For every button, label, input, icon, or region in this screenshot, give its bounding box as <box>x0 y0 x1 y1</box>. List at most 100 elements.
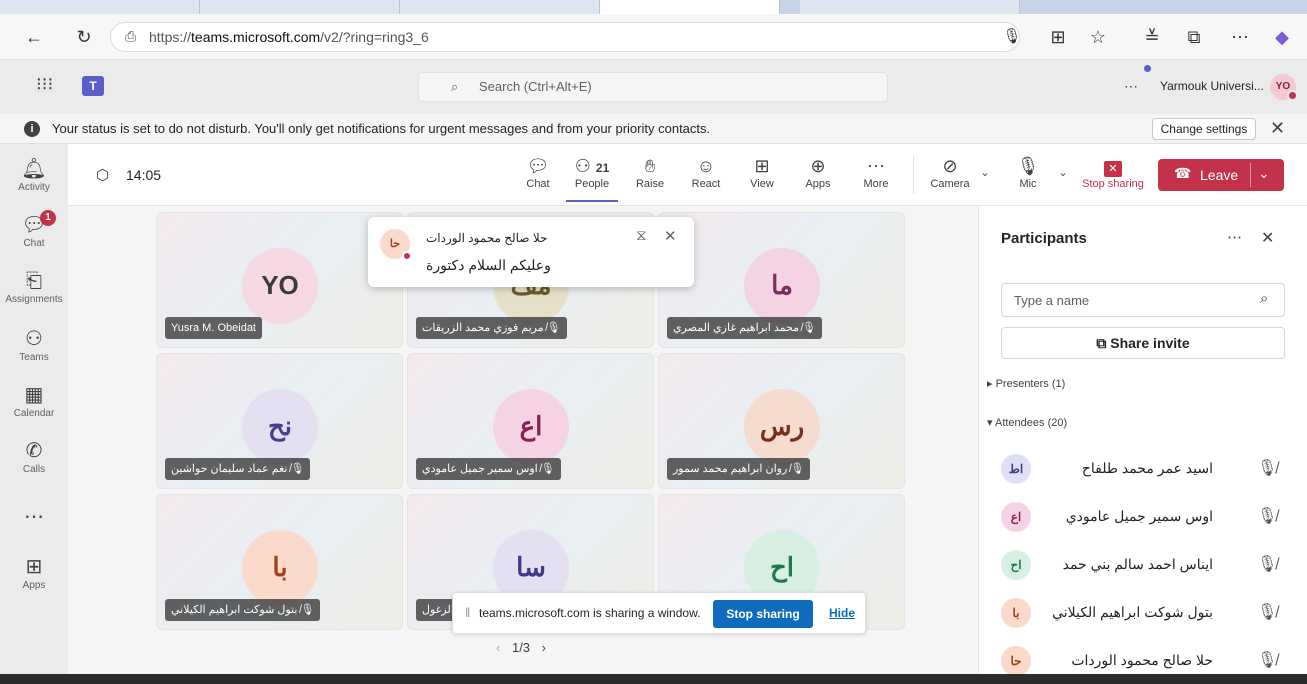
apps-button[interactable]: ⊕ Apps <box>802 154 834 190</box>
share-icon: ⧉ <box>1096 335 1111 351</box>
copilot-icon[interactable]: ◆ <box>1270 14 1294 60</box>
view-label: View <box>750 178 774 190</box>
participant-name: محمد ابراهيم غازي المصري <box>673 322 799 334</box>
mic-permission-icon[interactable]: 🎙︎ <box>1000 14 1024 60</box>
participant-tile[interactable]: اع 🎙︎̸ اوس سمير جميل عامودي <box>407 353 654 489</box>
chat-button[interactable]: 💬︎ Chat <box>522 154 554 190</box>
mic-button[interactable]: 🎙︎ Mic <box>1012 154 1044 190</box>
participant-tile[interactable]: YO Yusra M. Obeidat <box>156 212 403 348</box>
change-settings-button[interactable]: Change settings <box>1152 118 1256 140</box>
participant-name-tag: Yusra M. Obeidat <box>165 317 262 339</box>
participant-name-tag: 🎙︎̸ بتول شوكت ابراهيم الكيلاني <box>165 599 321 621</box>
refresh-icon[interactable]: ↻ <box>72 14 96 60</box>
browser-tab[interactable] <box>200 0 400 14</box>
raise-hand-button[interactable]: ✋︎ Raise <box>634 154 666 190</box>
rail-item-calls[interactable]: ✆ Calls <box>0 438 68 475</box>
favorite-star-icon[interactable]: ☆ <box>1086 14 1110 60</box>
participant-avatar: با <box>1001 598 1031 628</box>
rail-item-activity[interactable]: 🔔︎ Activity <box>0 156 68 193</box>
mic-options-chevron-icon[interactable]: ⌄ <box>1056 166 1070 179</box>
collections-icon[interactable]: ⧉ <box>1182 14 1206 60</box>
presenters-label: Presenters (1) <box>995 378 1066 390</box>
participant-tile[interactable]: رس 🎙︎̸ روان ابراهيم محمد سمور <box>658 353 905 489</box>
participant-tile[interactable]: نح 🎙︎̸ نغم عماد سليمان حواشين <box>156 353 403 489</box>
attendees-section-toggle[interactable]: ▾ Attendees (20) <box>987 416 1067 429</box>
browser-tab-active[interactable] <box>600 0 780 14</box>
toolbar-divider <box>913 156 914 194</box>
notification-text: Your status is set to do not disturb. Yo… <box>52 121 711 136</box>
participant-row[interactable]: اوس سمير جميل عامودي اع 🎙︎̸ <box>979 498 1307 538</box>
close-icon[interactable]: ✕ <box>664 227 677 245</box>
leave-divider <box>1250 163 1251 187</box>
back-icon[interactable]: ← <box>22 14 46 60</box>
assignments-icon: ⎗ <box>26 270 42 292</box>
smiley-icon: ☺ <box>696 156 716 176</box>
search-input[interactable]: ⌕ Search (Ctrl+Alt+E) <box>418 72 888 102</box>
rail-more-apps[interactable]: ⋯ <box>0 504 68 530</box>
stop-sharing-window-button[interactable]: Stop sharing <box>713 600 813 628</box>
share-invite-button[interactable]: ⧉ Share invite <box>1001 327 1285 359</box>
participant-row[interactable]: ايناس احمد سالم بني حمد اح 🎙︎̸ <box>979 546 1307 586</box>
pager: ‹ 1/3 › <box>496 640 546 655</box>
org-name[interactable]: Yarmouk Universi... <box>1160 79 1264 93</box>
rail-label: Calendar <box>13 408 55 419</box>
browser-tab[interactable] <box>400 0 600 14</box>
rail-label: Assignments <box>5 294 63 305</box>
meeting-toolbar: ⬡ 14:05 💬︎ Chat ⚇ 21 People ✋︎ Raise ☺ React… <box>68 144 1307 206</box>
snooze-icon[interactable]: ⧖ <box>636 227 647 244</box>
react-button[interactable]: ☺ React <box>690 154 722 190</box>
participant-row[interactable]: اسيد عمر محمد طلفاح اط 🎙︎̸ <box>979 450 1307 490</box>
more-button[interactable]: ⋯ More <box>860 154 892 190</box>
participant-name: اوس سمير جميل عامودي <box>1065 508 1213 524</box>
favorites-icon[interactable]: ≚ <box>1140 14 1164 60</box>
rail-item-apps[interactable]: ⊞ Apps <box>0 554 68 591</box>
info-icon: i <box>24 121 40 137</box>
close-notification-icon[interactable]: ✕ <box>1270 118 1285 139</box>
leave-button[interactable]: ☎ Leave ⌄ <box>1158 159 1284 191</box>
add-icon: ⊕ <box>810 156 826 176</box>
app-available-icon[interactable]: ⊞ <box>1046 14 1070 60</box>
rail-item-teams[interactable]: ⚇ Teams <box>0 326 68 363</box>
chat-toast[interactable]: حا حلا صالح محمود الوردات وعليكم السلام … <box>368 217 694 287</box>
participant-tile[interactable]: ما 🎙︎̸ محمد ابراهيم غازي المصري <box>658 212 905 348</box>
muted-mic-icon: 🎙︎̸ <box>287 463 305 475</box>
presenters-section-toggle[interactable]: ▸ Presenters (1) <box>987 377 1065 390</box>
participant-tile[interactable]: با 🎙︎̸ بتول شوكت ابراهيم الكيلاني <box>156 494 403 630</box>
leave-options-chevron-icon[interactable]: ⌄ <box>1258 165 1270 182</box>
raise-label: Raise <box>635 178 665 190</box>
people-icon: ⚇ 21 <box>574 156 610 176</box>
more-icon[interactable]: ⋯ <box>1228 14 1252 60</box>
participant-name: ايناس احمد سالم بني حمد <box>1062 556 1213 572</box>
participant-name-tag: 🎙︎̸ نغم عماد سليمان حواشين <box>165 458 311 480</box>
notification-dot <box>1144 65 1151 72</box>
participant-row[interactable]: بتول شوكت ابراهيم الكيلاني با 🎙︎̸ <box>979 594 1307 634</box>
rail-item-assignments[interactable]: ⎗ Assignments <box>0 268 68 305</box>
site-info-icon[interactable]: ⎙ <box>125 28 136 45</box>
camera-button[interactable]: ⊘ Camera <box>928 154 972 190</box>
next-page-icon[interactable]: › <box>542 640 546 655</box>
drag-handle-icon[interactable]: ‖ <box>465 605 470 620</box>
rail-label: Activity <box>18 182 50 193</box>
close-panel-icon[interactable]: ✕ <box>1261 228 1274 248</box>
toast-sender: حلا صالح محمود الوردات <box>426 231 548 245</box>
prev-page-icon[interactable]: ‹ <box>496 640 500 655</box>
view-button[interactable]: ⊞ View <box>746 154 778 190</box>
camera-options-chevron-icon[interactable]: ⌄ <box>978 166 992 179</box>
settings-more-icon[interactable]: ⋯ <box>1124 78 1138 95</box>
stop-sharing-button[interactable]: ✕ Stop sharing <box>1078 154 1148 190</box>
browser-toolbar: ← ↻ ⎙ https://teams.microsoft.com/v2/?ri… <box>0 14 1307 60</box>
rail-item-chat[interactable]: 💬︎ 1 Chat <box>0 210 68 249</box>
sharing-bar: ‖ teams.microsoft.com is sharing a windo… <box>452 592 866 634</box>
rail-item-calendar[interactable]: ▦ Calendar <box>0 382 68 419</box>
browser-tab[interactable] <box>0 0 200 14</box>
hide-link[interactable]: Hide <box>829 606 855 620</box>
participant-search-input[interactable]: Type a name ⌕ <box>1001 283 1285 317</box>
browser-tab[interactable] <box>800 0 1020 14</box>
participant-name-tag: 🎙︎̸ اوس سمير جميل عامودي <box>416 458 561 480</box>
address-bar[interactable]: ⎙ https://teams.microsoft.com/v2/?ring=r… <box>110 22 1020 52</box>
people-button[interactable]: ⚇ 21 People <box>566 154 618 202</box>
grid-view-icon: ⊞ <box>754 156 770 176</box>
participant-avatar: YO <box>242 248 318 324</box>
app-launcher-icon[interactable]: ⁝⁝⁝ <box>36 74 53 95</box>
panel-more-icon[interactable]: ⋯ <box>1227 228 1242 246</box>
